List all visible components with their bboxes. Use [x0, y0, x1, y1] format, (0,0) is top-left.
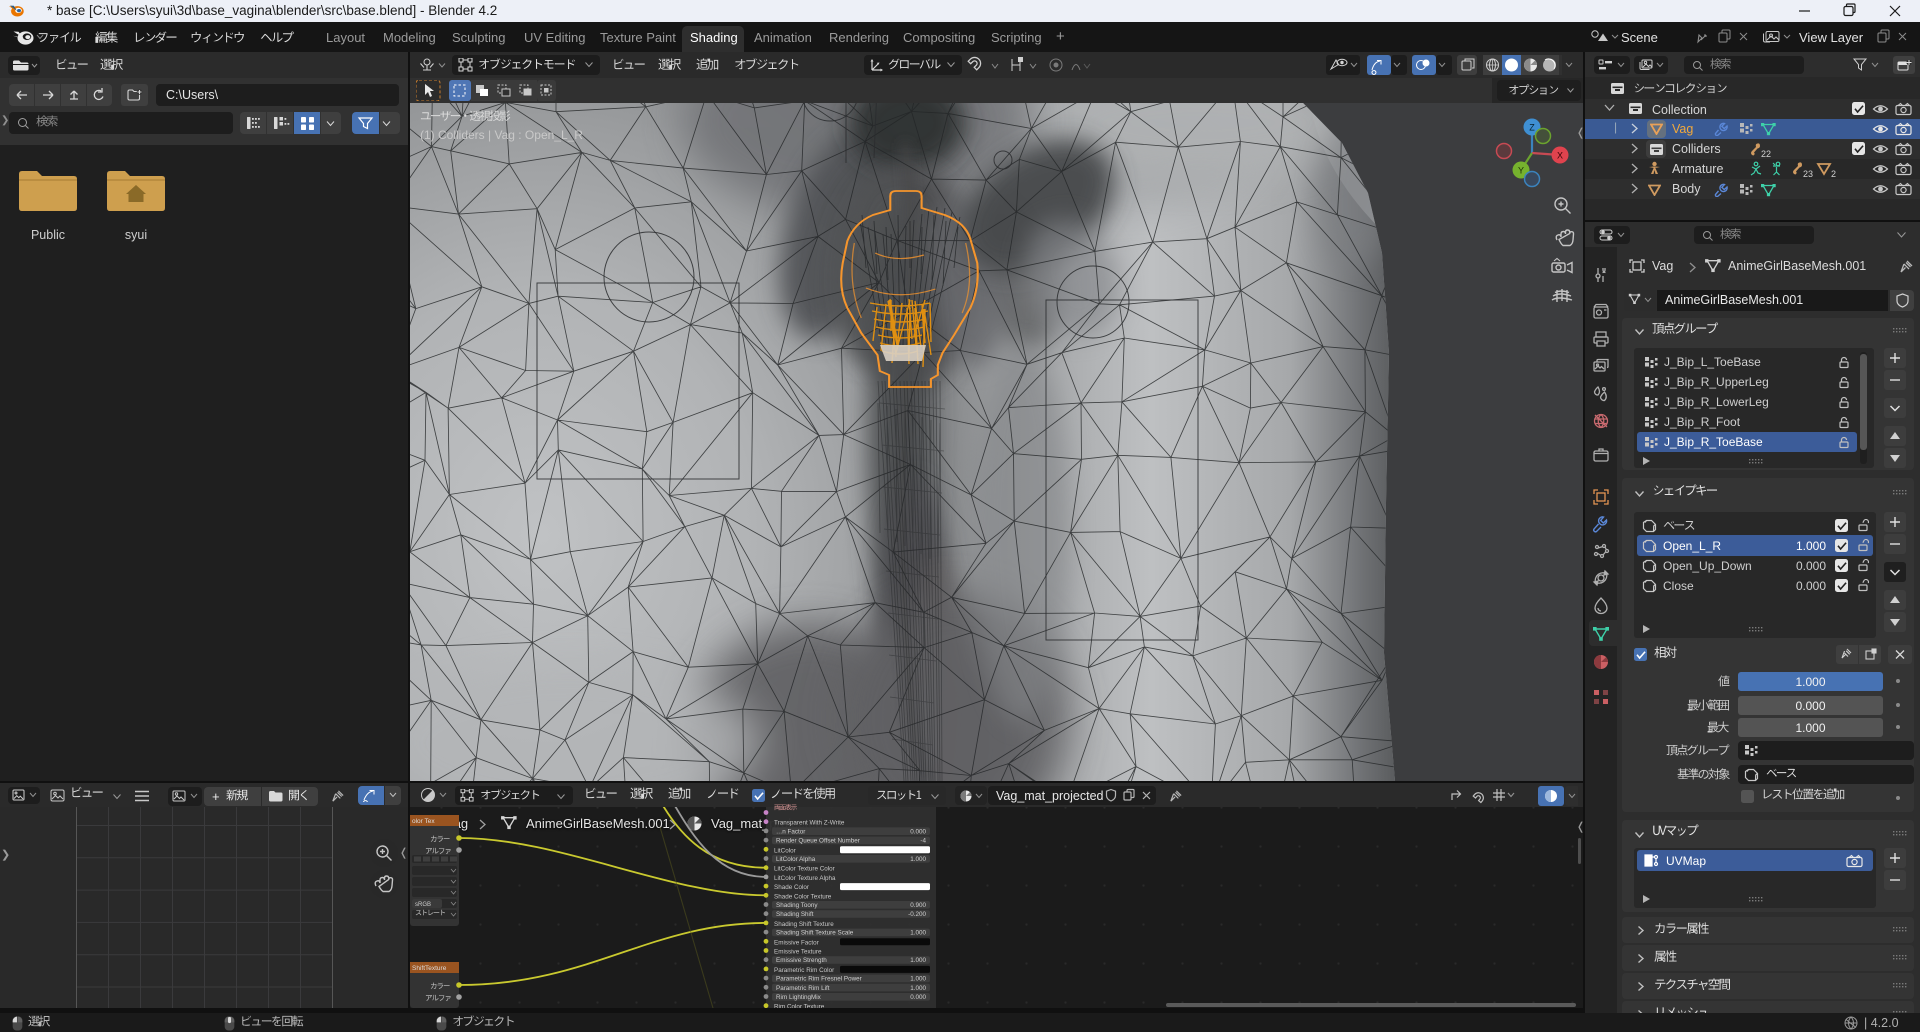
svg-text:ShiftTexture: ShiftTexture: [412, 965, 447, 972]
svg-text:2: 2: [1831, 169, 1836, 179]
svg-text:LitColor Texture Color: LitColor Texture Color: [774, 866, 835, 873]
svg-text:0.000: 0.000: [910, 994, 926, 1001]
svg-text:1.000: 1.000: [910, 985, 926, 992]
svg-text:Rim Color Texture: Rim Color Texture: [774, 1004, 825, 1008]
svg-text:Emissive Texture: Emissive Texture: [774, 949, 822, 956]
svg-text:…n Factor: …n Factor: [776, 828, 805, 835]
svg-text:Shade Color: Shade Color: [774, 884, 809, 891]
svg-text:Shading Shift Texture: Shading Shift Texture: [774, 921, 834, 928]
svg-text:1.000: 1.000: [910, 976, 926, 983]
svg-text:Z: Z: [1529, 123, 1535, 133]
svg-text:Parametric Rim Fresnel Power: Parametric Rim Fresnel Power: [776, 976, 862, 983]
svg-text:22: 22: [1761, 149, 1771, 159]
svg-text:23: 23: [1803, 169, 1813, 179]
svg-text:Render Queue Offset Number: Render Queue Offset Number: [776, 838, 860, 845]
svg-text:LitColor Alpha: LitColor Alpha: [776, 856, 816, 863]
svg-text:Emissive Strength: Emissive Strength: [776, 957, 827, 964]
svg-text:1.000: 1.000: [910, 957, 926, 964]
svg-text:Shading Shift: Shading Shift: [776, 911, 814, 918]
svg-text:Rim LightingMix: Rim LightingMix: [776, 994, 822, 1001]
svg-text:0.000: 0.000: [910, 828, 926, 835]
svg-text:Y: Y: [1518, 166, 1524, 176]
svg-text:olor Tex: olor Tex: [412, 818, 435, 825]
svg-text:1.000: 1.000: [910, 930, 926, 937]
svg-text:1.000: 1.000: [910, 856, 926, 863]
svg-text:Shade Color Texture: Shade Color Texture: [774, 893, 832, 900]
svg-text:-0.200: -0.200: [908, 911, 926, 918]
svg-text:LitColor: LitColor: [774, 847, 796, 854]
svg-text:X: X: [1557, 151, 1563, 161]
svg-text:Emissive Factor: Emissive Factor: [774, 939, 819, 946]
svg-text:0.900: 0.900: [910, 902, 926, 909]
svg-text:Shading Shift Texture Scale: Shading Shift Texture Scale: [776, 930, 854, 937]
svg-text:Transparent With Z-Write: Transparent With Z-Write: [774, 820, 845, 827]
svg-text:LitColor Texture Alpha: LitColor Texture Alpha: [774, 875, 836, 882]
svg-text:Shading Toony: Shading Toony: [776, 902, 818, 909]
svg-text:sRGB: sRGB: [415, 902, 431, 908]
svg-text:-4: -4: [920, 838, 926, 845]
svg-text:Parametric Rim Color: Parametric Rim Color: [774, 967, 834, 974]
svg-text:Parametric Rim Lift: Parametric Rim Lift: [776, 985, 830, 992]
